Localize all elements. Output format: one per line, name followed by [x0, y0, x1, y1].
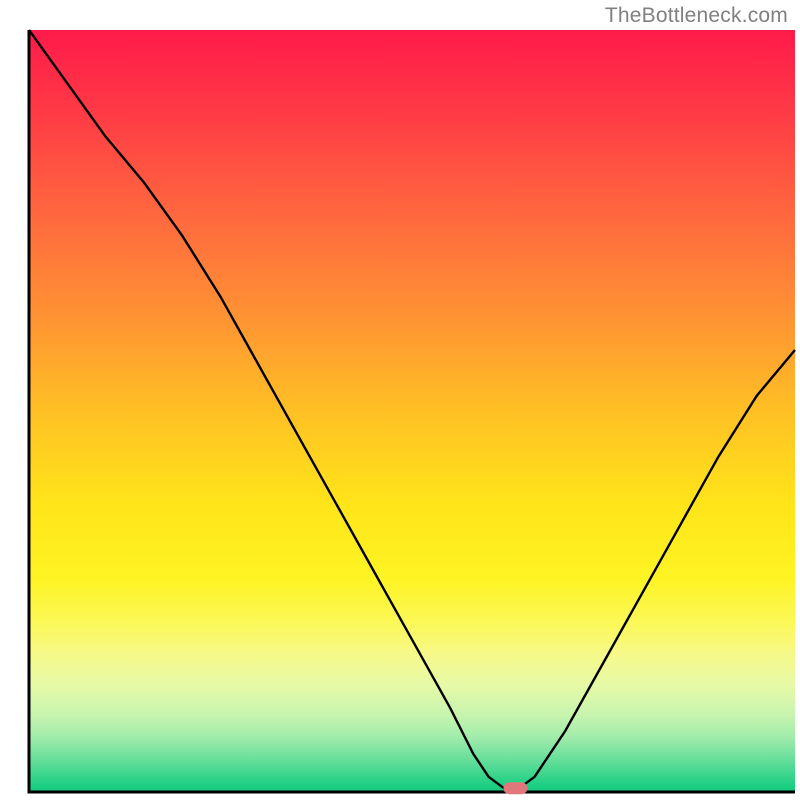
optimal-marker: [503, 782, 527, 794]
plot-background: [29, 30, 795, 792]
attribution-watermark: TheBottleneck.com: [605, 4, 788, 28]
bottleneck-chart: [0, 0, 800, 800]
chart-container: TheBottleneck.com: [0, 0, 800, 800]
